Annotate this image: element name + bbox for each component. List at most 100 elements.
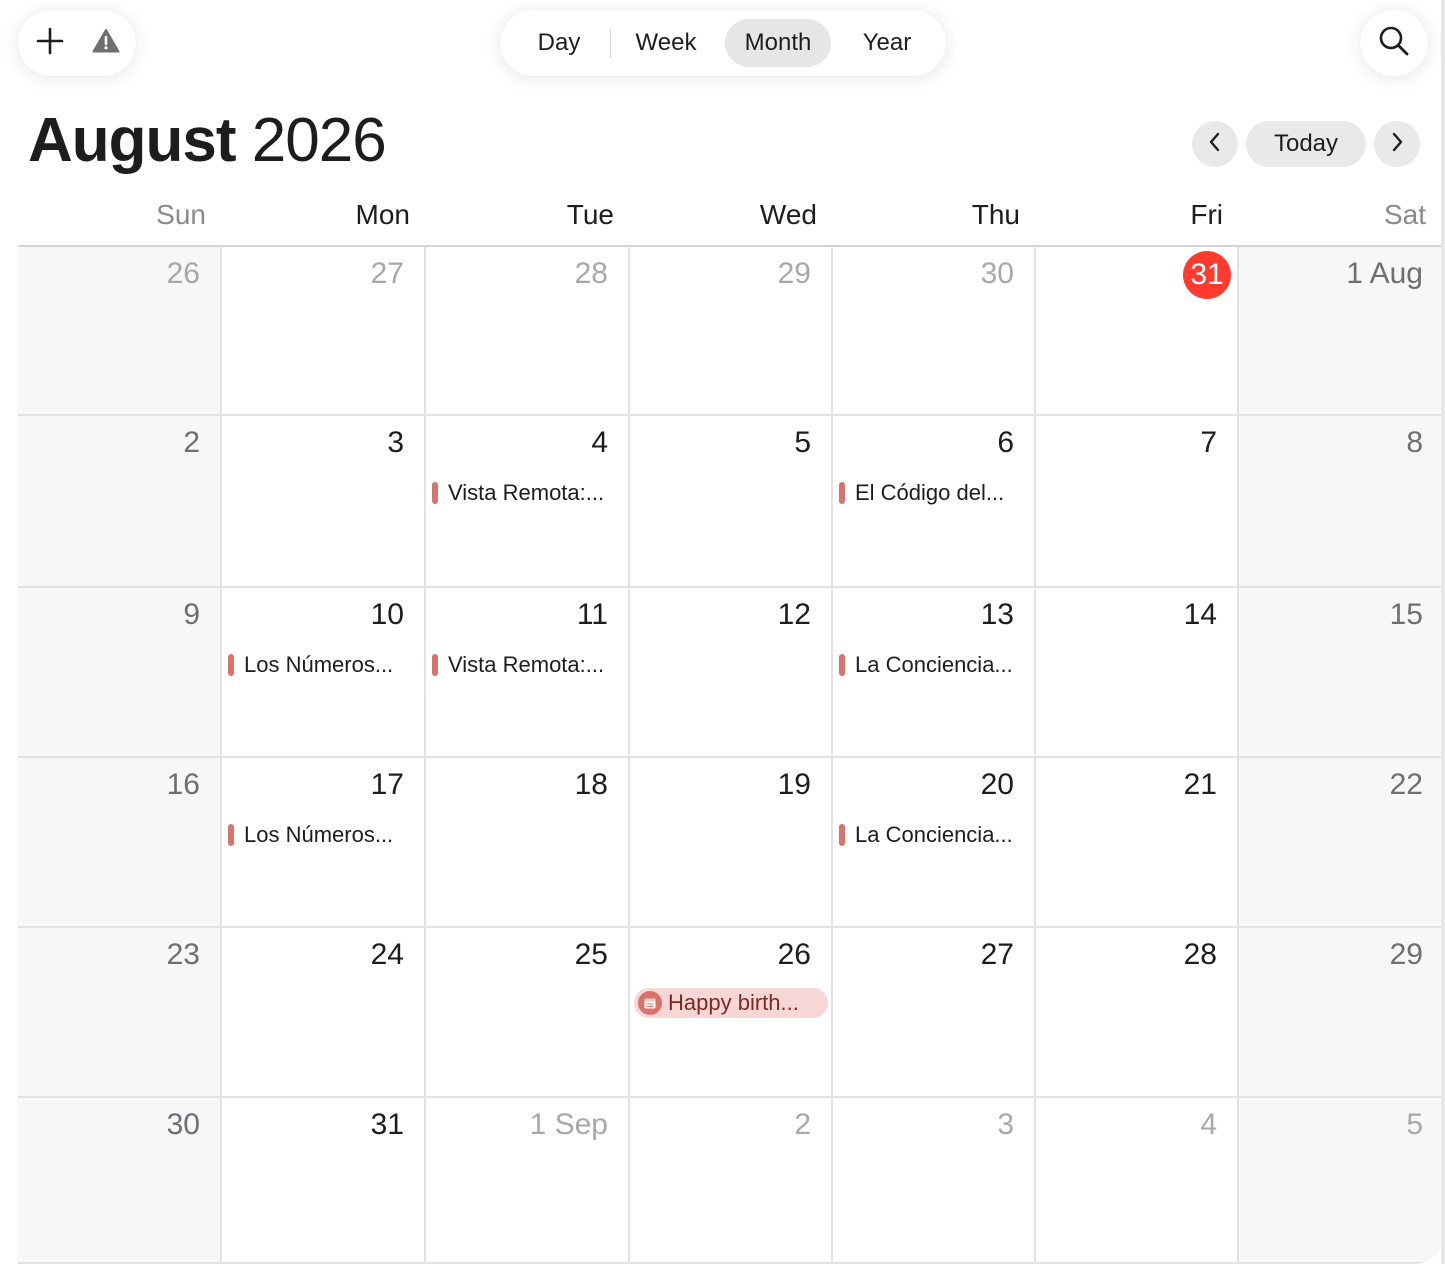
- chevron-left-icon: [1207, 130, 1223, 159]
- page-title: August 2026: [28, 106, 387, 176]
- calendar-event[interactable]: La Conciencia...: [839, 650, 1029, 680]
- day-cell-sun[interactable]: 2: [18, 416, 222, 588]
- event-color-bar: [432, 654, 438, 676]
- toolbar-actions: [18, 10, 136, 76]
- title-year: 2026: [251, 106, 387, 175]
- day-cell-sun[interactable]: 16: [18, 758, 222, 928]
- day-cell-tue[interactable]: 11 Vista Remota:...: [426, 588, 630, 758]
- today-button[interactable]: Today: [1246, 121, 1366, 167]
- day-number: 22: [1389, 768, 1423, 801]
- calendar-window: Day Week Month Year August 2026 Today Su…: [0, 0, 1443, 1264]
- window-edge: [1441, 0, 1445, 1264]
- day-cell-mon[interactable]: 10 Los Números...: [222, 588, 426, 758]
- day-cell-sat[interactable]: 15: [1239, 588, 1443, 758]
- day-cell-wed[interactable]: 2: [630, 1098, 833, 1264]
- day-cell-fri[interactable]: 4: [1036, 1098, 1239, 1264]
- title-month: August: [28, 106, 237, 175]
- day-cell-sat[interactable]: 22: [1239, 758, 1443, 928]
- calendar-event[interactable]: Vista Remota:...: [432, 478, 622, 508]
- day-number: 1 Aug: [1346, 257, 1423, 290]
- calendar-event[interactable]: Vista Remota:...: [432, 650, 622, 680]
- weekday-sun: Sun: [156, 199, 206, 230]
- day-cell-sat[interactable]: 1 Aug: [1239, 247, 1443, 416]
- day-cell-thu[interactable]: 30: [833, 247, 1036, 416]
- event-color-bar: [839, 482, 845, 504]
- day-number: 9: [183, 598, 200, 631]
- day-cell-tue[interactable]: 25: [426, 928, 630, 1098]
- event-title: La Conciencia...: [855, 822, 1013, 847]
- day-cell-sun[interactable]: 23: [18, 928, 222, 1098]
- day-cell-mon[interactable]: 27: [222, 247, 426, 416]
- day-cell-wed[interactable]: 12: [630, 588, 833, 758]
- day-number: 6: [997, 426, 1014, 459]
- event-color-bar: [839, 654, 845, 676]
- weekday-mon: Mon: [355, 199, 410, 230]
- day-cell-fri[interactable]: 28: [1036, 928, 1239, 1098]
- calendar-event[interactable]: El Código del...: [839, 478, 1029, 508]
- day-cell-fri[interactable]: 21: [1036, 758, 1239, 928]
- view-switcher: Day Week Month Year: [500, 10, 946, 76]
- day-cell-mon[interactable]: 24: [222, 928, 426, 1098]
- day-number: 14: [1183, 598, 1217, 631]
- day-cell-wed[interactable]: 29: [630, 247, 833, 416]
- day-cell-tue[interactable]: 28: [426, 247, 630, 416]
- day-number: 19: [777, 768, 811, 801]
- day-number: 26: [777, 938, 811, 971]
- day-cell-sun[interactable]: 30: [18, 1098, 222, 1264]
- day-cell-thu[interactable]: 6 El Código del...: [833, 416, 1036, 588]
- chevron-right-icon: [1389, 130, 1405, 159]
- calendar-event[interactable]: Los Números...: [228, 650, 418, 680]
- day-number: 3: [997, 1108, 1014, 1141]
- weekday-tue: Tue: [566, 199, 614, 230]
- day-cell-sat[interactable]: 8: [1239, 416, 1443, 588]
- search-button[interactable]: [1360, 10, 1428, 76]
- day-cell-fri[interactable]: 31: [1036, 247, 1239, 416]
- day-number: 7: [1200, 426, 1217, 459]
- view-month-button[interactable]: Month: [725, 19, 831, 67]
- day-cell-tue[interactable]: 18: [426, 758, 630, 928]
- allday-event[interactable]: Happy birth...: [634, 988, 828, 1018]
- day-number: 30: [166, 1108, 200, 1141]
- next-month-button[interactable]: [1374, 121, 1420, 167]
- calendar-event[interactable]: La Conciencia...: [839, 820, 1029, 850]
- day-cell-mon[interactable]: 17 Los Números...: [222, 758, 426, 928]
- day-number: 29: [1389, 938, 1423, 971]
- day-number: 26: [166, 257, 200, 290]
- day-cell-mon[interactable]: 3: [222, 416, 426, 588]
- day-number: 27: [370, 257, 404, 290]
- day-number: 3: [387, 426, 404, 459]
- day-cell-sat[interactable]: 29: [1239, 928, 1443, 1098]
- day-cell-thu[interactable]: 20 La Conciencia...: [833, 758, 1036, 928]
- event-color-bar: [839, 824, 845, 846]
- day-cell-sun[interactable]: 9: [18, 588, 222, 758]
- day-cell-mon[interactable]: 31: [222, 1098, 426, 1264]
- event-color-bar: [228, 654, 234, 676]
- add-event-button[interactable]: [30, 23, 70, 63]
- day-cell-tue[interactable]: 4 Vista Remota:...: [426, 416, 630, 588]
- event-title: Vista Remota:...: [448, 480, 605, 505]
- day-cell-fri[interactable]: 7: [1036, 416, 1239, 588]
- weekday-header: Sun Mon Tue Wed Thu Fri Sat: [18, 195, 1443, 245]
- day-cell-thu[interactable]: 3: [833, 1098, 1036, 1264]
- warning-button[interactable]: [86, 23, 126, 63]
- day-number: 4: [1200, 1108, 1217, 1141]
- day-cell-fri[interactable]: 14: [1036, 588, 1239, 758]
- day-cell-sun[interactable]: 26: [18, 247, 222, 416]
- previous-month-button[interactable]: [1192, 121, 1238, 167]
- weekday-fri: Fri: [1190, 199, 1223, 230]
- day-cell-tue[interactable]: 1 Sep: [426, 1098, 630, 1264]
- day-number: 20: [980, 768, 1014, 801]
- day-number: 5: [1406, 1108, 1423, 1141]
- day-cell-thu[interactable]: 13 La Conciencia...: [833, 588, 1036, 758]
- calendar-event[interactable]: Los Números...: [228, 820, 418, 850]
- view-day-button[interactable]: Day: [518, 19, 600, 67]
- day-cell-thu[interactable]: 27: [833, 928, 1036, 1098]
- day-number: 8: [1406, 426, 1423, 459]
- day-cell-wed[interactable]: 19: [630, 758, 833, 928]
- day-cell-wed[interactable]: 5: [630, 416, 833, 588]
- view-year-button[interactable]: Year: [844, 19, 930, 67]
- day-cell-sat[interactable]: 5: [1239, 1098, 1443, 1264]
- view-week-button[interactable]: Week: [620, 19, 712, 67]
- day-cell-wed[interactable]: 26 Happy birth...: [630, 928, 833, 1098]
- day-number: 24: [370, 938, 404, 971]
